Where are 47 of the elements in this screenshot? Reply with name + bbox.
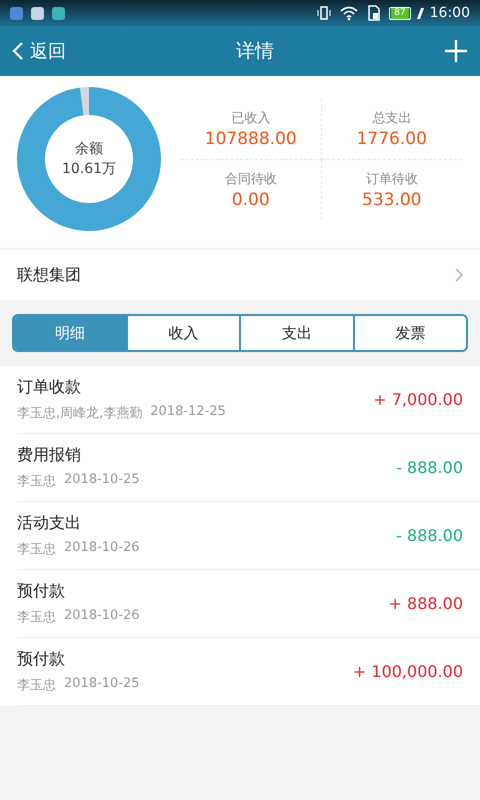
wifi-icon [339,5,360,21]
transaction-amount: + 100,000.00 [352,662,463,681]
status-time: 16:00 [430,5,470,21]
transaction-people: 李玉忠 [17,677,56,694]
stat-label: 已收入 [231,110,270,126]
vibrate-icon [317,5,332,21]
app-notification-icon [10,6,23,20]
back-button[interactable]: 返回 [12,35,66,67]
transaction-date: 2018-12-25 [150,404,226,421]
transaction-date: 2018-10-25 [64,676,140,693]
transaction-amount: - 888.00 [396,526,463,545]
balance-label: 余额 [75,140,103,158]
transaction-date: 2018-10-25 [64,472,140,489]
chevron-right-icon [454,267,464,283]
app-notification-icon [52,6,65,20]
stat-value: 0.00 [232,190,270,210]
transaction-people: 李玉忠 [17,473,56,490]
transaction-date: 2018-10-26 [64,608,140,625]
transaction-title: 活动支出 [17,513,82,534]
page-title: 详情 [236,39,274,64]
stat-value: 107888.00 [204,128,297,148]
stat-value: 1776.00 [356,128,427,148]
transaction-title: 预付款 [17,581,66,602]
stat-label: 订单待收 [366,170,418,188]
tab[interactable]: 明细 [14,316,126,350]
transaction-people: 李玉忠 [17,609,56,626]
transaction-title: 费用报销 [17,445,82,466]
stat-label: 合同待收 [224,170,277,188]
stat-label: 总支出 [372,110,412,126]
stat-value: 533.00 [362,190,422,210]
company-name: 联想集团 [17,264,81,286]
company-row[interactable]: 联想集团 [0,250,480,300]
transaction-people: 李玉忠 [17,541,56,558]
balance-value: 10.61万 [62,160,116,178]
transaction-amount: + 888.00 [388,594,463,613]
transaction-title: 订单收款 [17,377,82,398]
chevron-left-icon [12,41,24,61]
tab[interactable]: 发票 [352,316,466,350]
transaction-amount: + 7,000.00 [373,390,463,409]
sim-card-icon [367,5,382,21]
battery-icon: 87 [389,6,411,20]
plus-icon [444,39,468,63]
transaction-amount: - 888.00 [396,458,463,477]
transaction-title: 预付款 [17,649,66,670]
transaction-date: 2018-10-26 [64,540,140,557]
transaction-people: 李玉忠,周峰龙,李燕勤 [17,405,142,422]
app-notification-icon [31,6,44,20]
